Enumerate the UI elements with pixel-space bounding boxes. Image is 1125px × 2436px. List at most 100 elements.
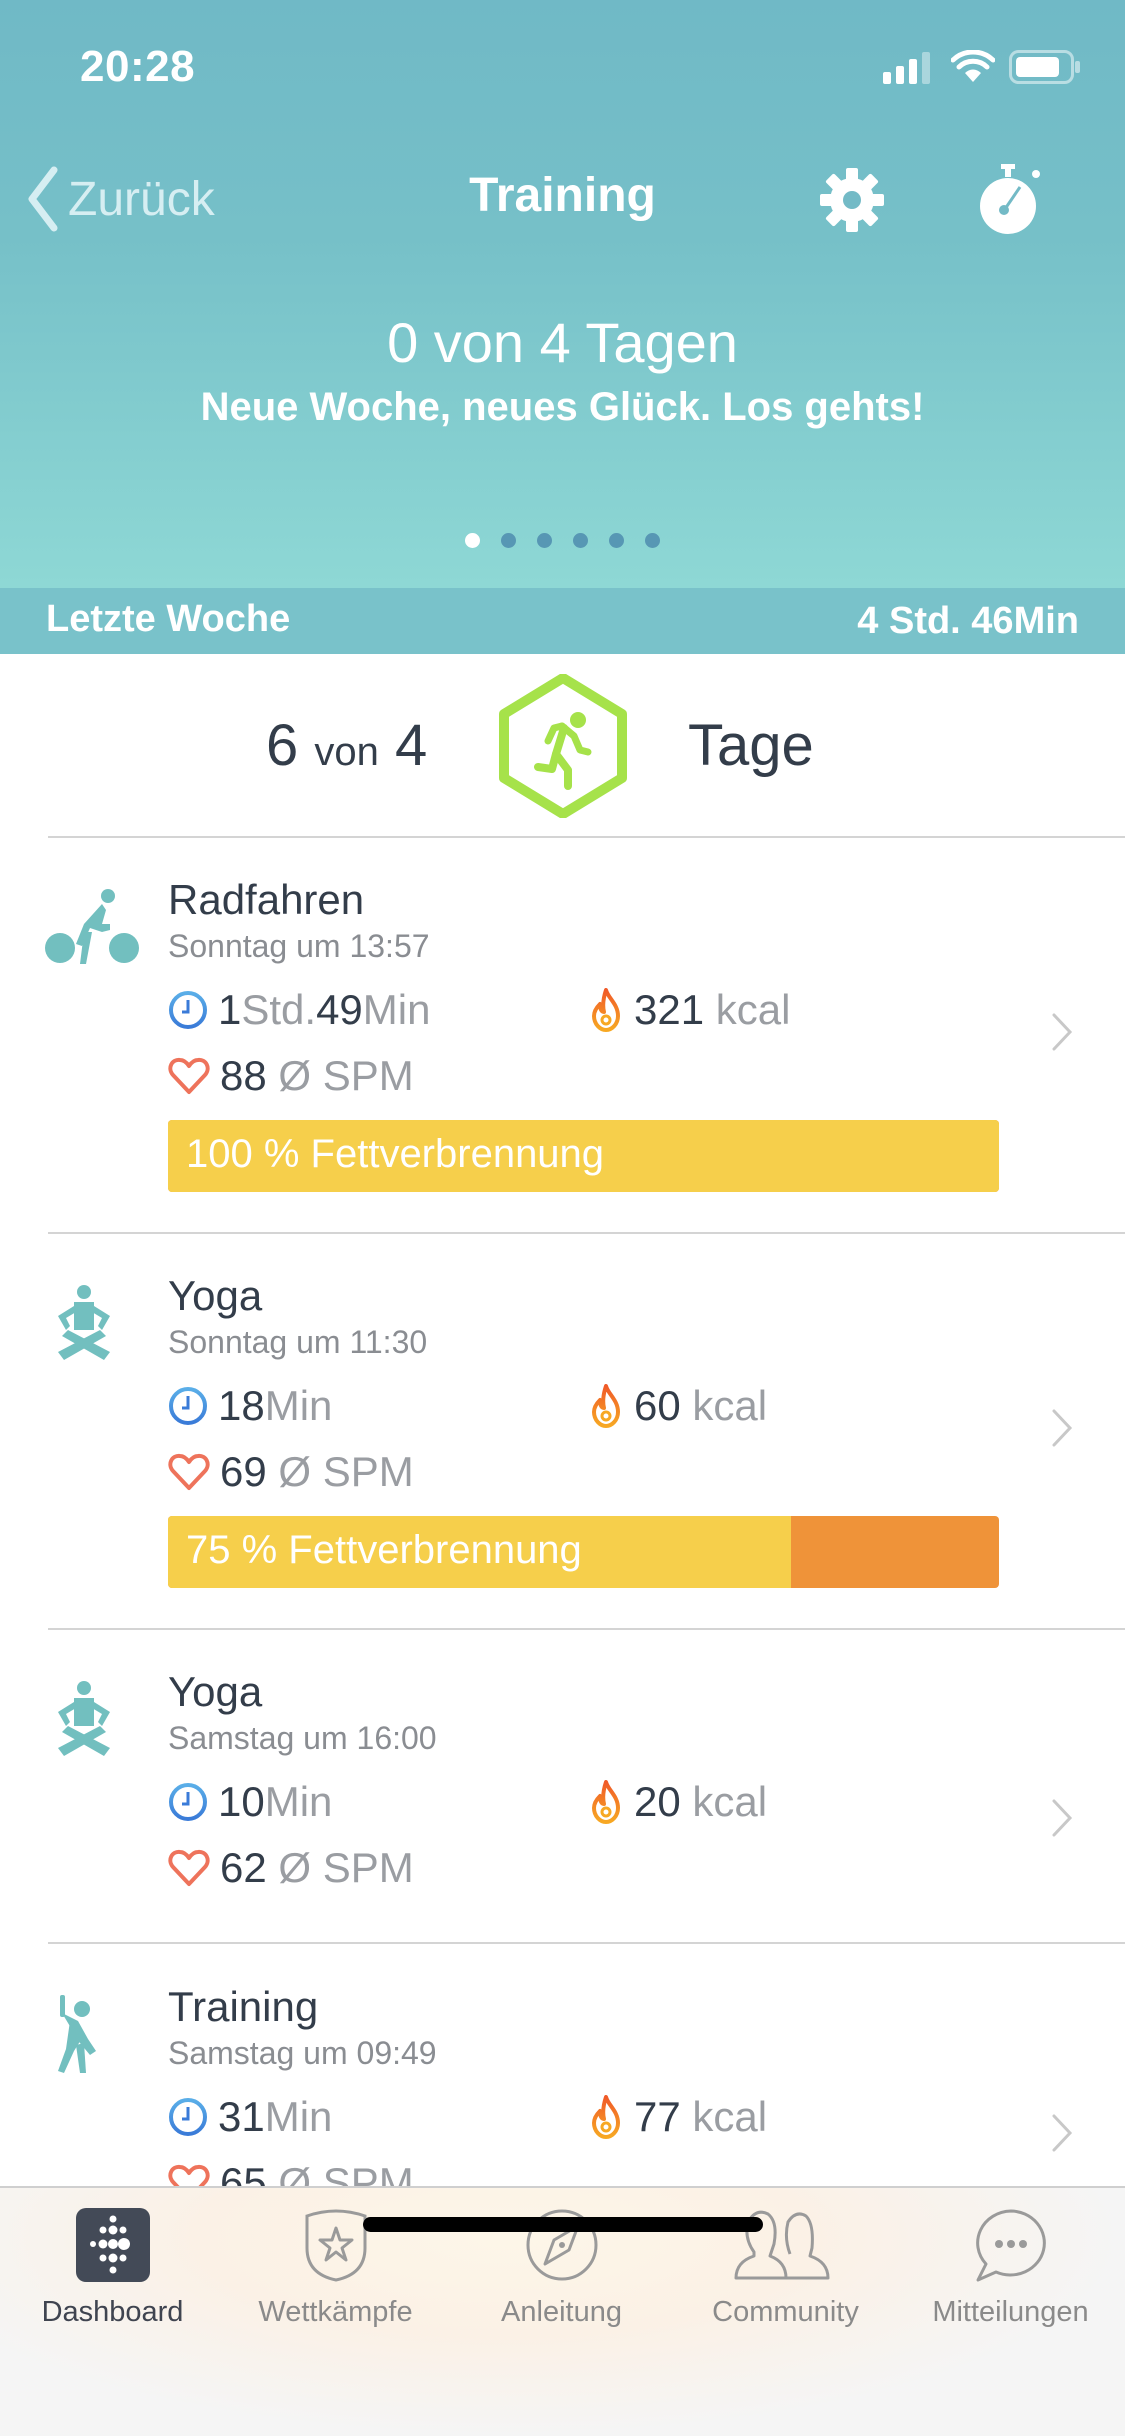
- activity-item[interactable]: Radfahren Sonntag um 13:57 1 Std. 49 Min …: [0, 876, 1125, 1236]
- status-icons: [883, 50, 1081, 84]
- hr-value: 69: [220, 1448, 267, 1495]
- chevron-right-icon: [1052, 1409, 1073, 1447]
- settings-button[interactable]: [818, 166, 886, 239]
- hr-unit: Ø SPM: [278, 1844, 414, 1891]
- kcal-value: 20: [634, 1778, 681, 1825]
- home-indicator[interactable]: [363, 2217, 763, 2232]
- days-count: 6 von 4: [266, 712, 427, 779]
- activity-time: Sonntag um 11:30: [168, 1324, 428, 1360]
- calories-stat: 321 kcal: [588, 986, 790, 1034]
- duration-stat: 10 Min: [168, 1778, 332, 1826]
- calories-stat: 77 kcal: [588, 2093, 767, 2141]
- kcal-value: 60: [634, 1382, 681, 1429]
- fat-burn-label: 100 % Fettverbrennung: [186, 1132, 605, 1176]
- clock-icon: [169, 2098, 207, 2136]
- yoga-icon: [44, 1284, 124, 1369]
- duration-part: Min: [264, 2093, 333, 2140]
- activity-name: Training: [168, 1983, 319, 2030]
- battery-icon: [1009, 50, 1080, 84]
- dashboard-icon: [75, 2208, 150, 2282]
- page-dot[interactable]: [537, 533, 552, 548]
- heart-rate-stat: 69 Ø SPM: [168, 1448, 414, 1496]
- flame-icon: [592, 1384, 620, 1428]
- gear-icon: [820, 168, 884, 232]
- yoga-icon: [44, 1680, 124, 1765]
- duration-part: 18: [218, 1382, 265, 1429]
- last-week-total: 4 Std. 46Min: [857, 600, 1079, 642]
- tab-dashboard[interactable]: Dashboard: [0, 2208, 225, 2329]
- hr-unit: Ø SPM: [278, 1448, 414, 1495]
- kcal-unit: kcal: [692, 2093, 768, 2140]
- tab-messages[interactable]: Mitteilungen: [898, 2208, 1123, 2329]
- kcal-unit: kcal: [692, 1778, 768, 1825]
- tab-label: Mitteilungen: [932, 2296, 1089, 2328]
- back-button[interactable]: Zurück: [24, 166, 215, 232]
- last-week-label: Letzte Woche: [46, 598, 291, 640]
- activity-name: Radfahren: [168, 876, 365, 923]
- activity-item[interactable]: Yoga Samstag um 16:00 10 Min 20 kcal 62 …: [0, 1668, 1125, 2028]
- tab-label: Dashboard: [41, 2296, 184, 2328]
- duration-stat: 1 Std. 49 Min: [168, 986, 430, 1034]
- duration-part: Min: [362, 986, 431, 1033]
- goal-motivation-text: Neue Woche, neues Glück. Los gehts!: [200, 385, 925, 429]
- open-detail-chevron[interactable]: [1050, 1798, 1074, 1843]
- activity-item[interactable]: Yoga Sonntag um 11:30 18 Min 60 kcal 69 …: [0, 1272, 1125, 1632]
- stopwatch-icon: [980, 164, 1040, 234]
- status-time: 20:28: [80, 42, 196, 91]
- flame-icon: [592, 2095, 620, 2139]
- calories-stat: 20 kcal: [588, 1778, 767, 1826]
- duration-part: 31: [218, 2093, 265, 2140]
- kcal-value: 321: [634, 986, 705, 1033]
- duration-part: Min: [264, 1382, 333, 1429]
- activity-time: Samstag um 09:49: [168, 2035, 437, 2071]
- heart-rate-stat: 62 Ø SPM: [168, 1844, 414, 1892]
- page-dot[interactable]: [573, 533, 588, 548]
- track-exercise-button[interactable]: [974, 162, 1046, 241]
- page-dot[interactable]: [501, 533, 516, 548]
- duration-part: Std.: [241, 986, 317, 1033]
- divider: [48, 1942, 1125, 1944]
- page-indicator[interactable]: [0, 533, 1125, 548]
- tab-label: Wettkämpfe: [258, 2296, 413, 2328]
- heart-icon: [168, 1849, 210, 1886]
- page-dot[interactable]: [609, 533, 624, 548]
- days-unit: Tage: [688, 713, 814, 778]
- calories-stat: 60 kcal: [588, 1382, 767, 1430]
- fat-burn-bar: 100 % Fettverbrennung: [168, 1120, 999, 1192]
- activity-name: Yoga: [168, 1272, 263, 1319]
- page-dot[interactable]: [465, 533, 480, 548]
- cycling-icon: [44, 888, 140, 973]
- open-detail-chevron[interactable]: [1050, 2113, 1074, 2158]
- goal-progress-title: 0 von 4 Tagen: [387, 311, 738, 374]
- kcal-unit: kcal: [692, 1382, 768, 1429]
- divider: [48, 1232, 1125, 1234]
- workout-icon: [44, 1995, 124, 2080]
- hr-value: 88: [220, 1052, 267, 1099]
- chevron-right-icon: [1052, 1013, 1073, 1051]
- fat-burn-label: 75 % Fettverbrennung: [186, 1528, 582, 1572]
- open-detail-chevron[interactable]: [1050, 1408, 1074, 1453]
- activity-time: Samstag um 16:00: [168, 1720, 437, 1756]
- activity-name: Yoga: [168, 1668, 263, 1715]
- clock-icon: [169, 991, 207, 1029]
- chevron-right-icon: [1052, 2114, 1073, 2152]
- open-detail-chevron[interactable]: [1050, 1012, 1074, 1057]
- back-label: Zurück: [68, 172, 215, 226]
- clock-icon: [169, 1387, 207, 1425]
- flame-icon: [592, 988, 620, 1032]
- challenge-shield-icon: [305, 2209, 366, 2282]
- messages-icon: [975, 2209, 1046, 2282]
- wifi-icon: [951, 50, 995, 82]
- flame-icon: [592, 1780, 620, 1824]
- kcal-value: 77: [634, 2093, 681, 2140]
- weekly-summary: 6 von 4 Tage: [0, 654, 1125, 836]
- duration-part: 10: [218, 1778, 265, 1825]
- fat-burn-bar: 75 % Fettverbrennung: [168, 1516, 999, 1588]
- days-goal: 4: [395, 713, 428, 778]
- status-bar: 20:28: [0, 0, 1125, 135]
- divider: [48, 1628, 1125, 1630]
- duration-stat: 31 Min: [168, 2093, 332, 2141]
- page-dot[interactable]: [645, 533, 660, 548]
- signal-icon: [883, 52, 930, 84]
- heart-rate-stat: 88 Ø SPM: [168, 1052, 414, 1100]
